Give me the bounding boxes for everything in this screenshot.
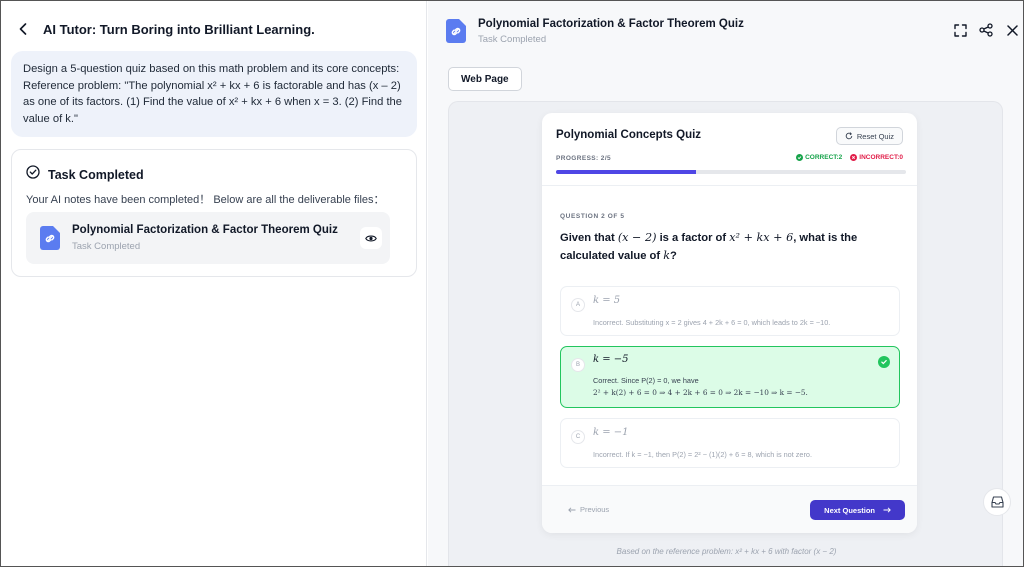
- option-letter: C: [571, 430, 585, 444]
- inbox-button[interactable]: [983, 488, 1011, 516]
- option-explanation: Incorrect. If k = −1, then P(2) = 2² − (…: [593, 450, 813, 459]
- chat-panel: AI Tutor: Turn Boring into Brilliant Lea…: [1, 1, 427, 566]
- question-math-poly: x² + kx + 6: [729, 231, 794, 244]
- reset-quiz-button[interactable]: Reset Quiz: [835, 127, 903, 145]
- x-circle-icon: [850, 154, 858, 161]
- file-status: Task Completed: [72, 241, 141, 252]
- option-letter: A: [571, 298, 585, 312]
- question-mid: is a factor of: [656, 232, 730, 244]
- option-b[interactable]: B k = −5 Correct. Since P(2) = 0, we hav…: [560, 346, 900, 408]
- option-explanation-math: 2² + k(2) + 6 = 0 ⇒ 4 + 2k + 6 = 0 ⇒ 2k …: [593, 388, 808, 397]
- option-explanation: Correct. Since P(2) = 0, we have: [593, 376, 699, 385]
- file-name: Polynomial Factorization & Factor Theore…: [72, 224, 338, 236]
- header-actions: [953, 23, 1019, 37]
- incorrect-count: INCORRECT:0: [850, 154, 903, 161]
- option-a[interactable]: A k = 5 Incorrect. Substituting x = 2 gi…: [560, 286, 900, 336]
- option-c[interactable]: C k = −1 Incorrect. If k = −1, then P(2)…: [560, 418, 900, 468]
- reference-footnote: Based on the reference problem: x² + kx …: [616, 547, 837, 556]
- check-circle-icon: [796, 154, 804, 161]
- task-card: Task Completed Your AI notes have been c…: [11, 149, 417, 277]
- progress-label: PROGRESS: 2/5: [556, 155, 612, 162]
- option-value: k = −5: [593, 354, 629, 365]
- quiz-header: Polynomial Concepts Quiz Reset Quiz PROG…: [542, 113, 917, 186]
- progress-bar-fill: [556, 170, 696, 174]
- preview-status: Task Completed: [478, 34, 547, 45]
- preview-title: Polynomial Factorization & Factor Theore…: [478, 18, 744, 30]
- previous-label: Previous: [580, 505, 610, 514]
- previous-button[interactable]: Previous: [568, 505, 609, 514]
- option-explanation: Incorrect. Substituting x = 2 gives 4 + …: [593, 318, 831, 327]
- task-header: Task Completed: [26, 165, 144, 184]
- quiz-card: Polynomial Concepts Quiz Reset Quiz PROG…: [542, 113, 917, 533]
- score-summary: CORRECT:2 INCORRECT:0: [796, 154, 903, 161]
- preview-header: Polynomial Factorization & Factor Theore…: [428, 1, 1023, 57]
- question-end: ?: [670, 250, 677, 262]
- progress-bar: [556, 170, 906, 174]
- refresh-icon: [845, 132, 853, 140]
- option-letter: B: [571, 358, 585, 372]
- chat-header: AI Tutor: Turn Boring into Brilliant Lea…: [17, 19, 315, 39]
- share-icon[interactable]: [979, 23, 993, 37]
- preview-eye-button[interactable]: [360, 227, 382, 249]
- question-math-k: k: [663, 249, 670, 262]
- option-value: k = −1: [593, 427, 629, 438]
- user-prompt-bubble: Design a 5-question quiz based on this m…: [11, 51, 417, 137]
- inbox-icon: [990, 496, 1004, 508]
- correct-label: CORRECT:2: [805, 154, 843, 161]
- question-prefix: Given that: [560, 232, 618, 244]
- option-value: k = 5: [593, 295, 621, 306]
- document-link-icon: [446, 19, 466, 43]
- task-note: Your AI notes have been completed！ Below…: [26, 194, 385, 206]
- question-math-factor: (x − 2): [617, 231, 657, 244]
- next-question-label: Next Question: [824, 505, 875, 515]
- arrow-left-icon: [568, 506, 576, 513]
- question-number: QUESTION 2 OF 5: [560, 213, 625, 220]
- eye-icon: [365, 235, 377, 241]
- incorrect-label: INCORRECT:0: [859, 154, 903, 161]
- deliverable-file-item[interactable]: Polynomial Factorization & Factor Theore…: [26, 212, 390, 264]
- web-page-preview: Polynomial Concepts Quiz Reset Quiz PROG…: [448, 101, 1003, 566]
- correct-count: CORRECT:2: [796, 154, 842, 161]
- check-circle-icon: [26, 165, 40, 184]
- reset-quiz-label: Reset Quiz: [856, 131, 894, 141]
- fullscreen-icon[interactable]: [953, 23, 967, 37]
- task-title: Task Completed: [48, 167, 144, 182]
- chevron-left-icon[interactable]: [17, 22, 29, 36]
- close-icon[interactable]: [1005, 23, 1019, 37]
- check-circle-icon: [878, 356, 890, 368]
- preview-panel: Polynomial Factorization & Factor Theore…: [428, 1, 1023, 566]
- chat-title: AI Tutor: Turn Boring into Brilliant Lea…: [43, 21, 315, 37]
- tab-web-page[interactable]: Web Page: [448, 67, 522, 91]
- next-question-button[interactable]: Next Question: [810, 500, 905, 520]
- question-text: Given that (x − 2) is a factor of x² + k…: [560, 229, 890, 265]
- quiz-footer: Previous Next Question: [542, 485, 917, 533]
- document-link-icon: [40, 226, 60, 250]
- arrow-right-icon: [883, 507, 891, 513]
- quiz-title: Polynomial Concepts Quiz: [556, 129, 702, 141]
